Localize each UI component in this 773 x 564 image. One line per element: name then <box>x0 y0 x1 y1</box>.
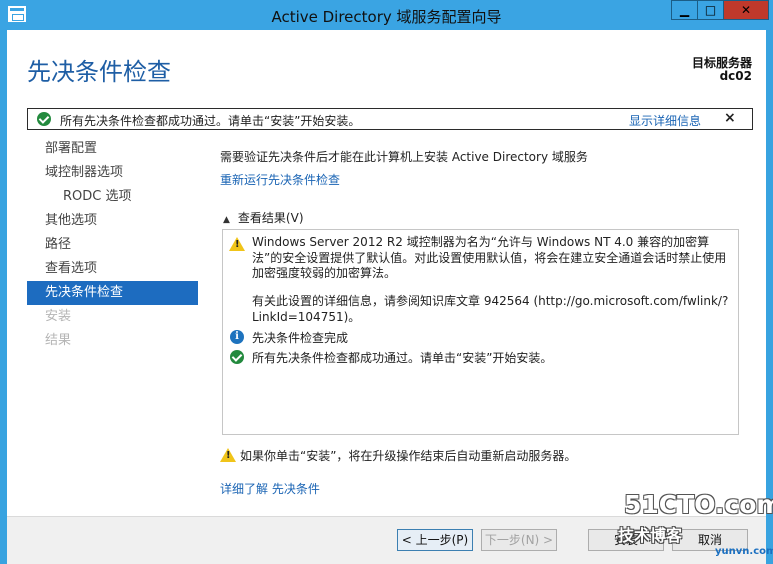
restart-warning: 如果你单击“安装”，将在升级操作结束后自动重新启动服务器。 <box>220 446 750 464</box>
page-description: 需要验证先决条件后才能在此计算机上安装 Active Directory 域服务 <box>220 150 588 164</box>
result-warning-text: Windows Server 2012 R2 域控制器为名为“允许与 Windo… <box>252 235 727 280</box>
title-bar[interactable]: Active Directory 域服务配置向导 ▁ □ ✕ <box>0 0 773 30</box>
result-kb-text: 有关此设置的详细信息，请参阅知识库文章 942564 (http://go.mi… <box>252 294 729 324</box>
view-results-label: 查看结果(V) <box>237 211 304 225</box>
success-check-icon <box>37 112 51 126</box>
watermark-site: 51CTO.com <box>624 490 773 519</box>
notification-text: 所有先决条件检查都成功通过。请单击“安装”开始安装。 <box>60 114 361 128</box>
watermark-blog: 技术博客 <box>618 526 683 545</box>
warning-icon <box>220 448 236 462</box>
close-icon: ✕ <box>740 3 752 17</box>
nav-item-results: 结果 <box>45 333 72 348</box>
result-success-text: 所有先决条件检查都成功通过。请单击“安装”开始安装。 <box>252 351 553 365</box>
nav-item-paths[interactable]: 路径 <box>27 233 198 257</box>
close-button[interactable]: ✕ <box>723 0 769 20</box>
maximize-button[interactable]: □ <box>697 0 724 20</box>
watermark: 51CTO.com 技术博客 yunvn.com <box>610 486 773 564</box>
chevron-up-icon: ▲ <box>223 215 230 225</box>
wizard-header: 先决条件检查 目标服务器 dc02 <box>7 30 766 102</box>
results-panel[interactable]: Windows Server 2012 R2 域控制器为名为“允许与 Windo… <box>222 229 739 435</box>
previous-button[interactable]: < 上一步(P) <box>397 529 473 551</box>
show-details-link[interactable]: 显示详细信息 <box>629 112 701 129</box>
warning-icon <box>229 237 245 251</box>
next-button: 下一步(N) > <box>481 529 557 551</box>
success-notification-bar: 所有先决条件检查都成功通过。请单击“安装”开始安装。 显示详细信息 × <box>27 108 753 130</box>
minimize-button[interactable]: ▁ <box>671 0 698 20</box>
wizard-nav: 部署配置 域控制器选项 RODC 选项 其他选项 路径 查看选项 先决条件检查 … <box>27 137 198 353</box>
maximize-icon: □ <box>704 3 717 17</box>
minimize-icon: ▁ <box>679 3 690 17</box>
wizard-window: Active Directory 域服务配置向导 ▁ □ ✕ 先决条件检查 目标… <box>0 0 773 564</box>
page-title: 先决条件检查 <box>27 58 171 86</box>
restart-warning-text: 如果你单击“安装”，将在升级操作结束后自动重新启动服务器。 <box>240 449 577 463</box>
target-server-name: dc02 <box>719 69 752 83</box>
nav-item-rodc-options[interactable]: RODC 选项 <box>27 185 198 209</box>
window-title: Active Directory 域服务配置向导 <box>271 8 502 26</box>
success-check-icon <box>230 350 244 364</box>
view-results-toggle[interactable]: ▲ 查看结果(V) <box>223 209 304 226</box>
wizard-client-area: 先决条件检查 目标服务器 dc02 所有先决条件检查都成功通过。请单击“安装”开… <box>7 30 766 564</box>
nav-item-review-options[interactable]: 查看选项 <box>27 257 198 281</box>
nav-item-additional-options[interactable]: 其他选项 <box>27 209 198 233</box>
close-notification-icon[interactable]: × <box>724 110 736 126</box>
learn-more-prerequisites-link[interactable]: 详细了解 先决条件 <box>220 480 320 497</box>
watermark-domain: yunvn.com <box>715 546 773 557</box>
nav-item-prerequisites-check[interactable]: 先决条件检查 <box>27 281 198 305</box>
nav-item-installation: 安装 <box>45 309 72 324</box>
rerun-prerequisites-link[interactable]: 重新运行先决条件检查 <box>220 171 340 188</box>
result-info-text: 先决条件检查完成 <box>252 331 349 345</box>
nav-item-deployment-configuration[interactable]: 部署配置 <box>27 137 198 161</box>
info-icon: i <box>230 330 244 344</box>
nav-item-domain-controller-options[interactable]: 域控制器选项 <box>27 161 198 185</box>
